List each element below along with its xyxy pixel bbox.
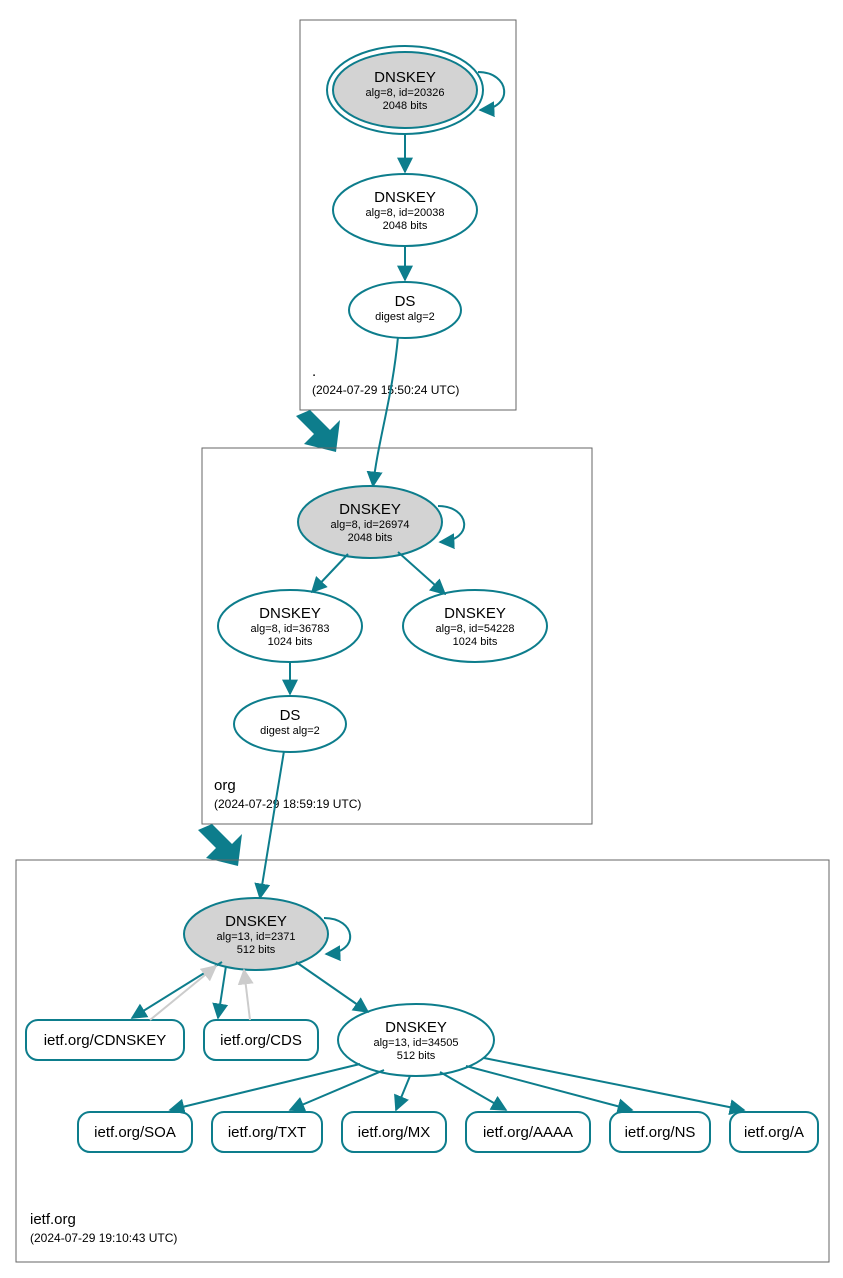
dnssec-chain-diagram: . (2024-07-29 15:50:24 UTC) DNSKEY alg=8… bbox=[0, 0, 843, 1278]
node-sub: 512 bits bbox=[397, 1050, 436, 1062]
node-label: DNSKEY bbox=[259, 605, 321, 622]
edge bbox=[396, 1076, 410, 1110]
node-sub: alg=8, id=20038 bbox=[366, 207, 445, 219]
node-sub: digest alg=2 bbox=[375, 311, 435, 323]
node-label: ietf.org/TXT bbox=[228, 1124, 306, 1141]
node-label: DNSKEY bbox=[374, 189, 436, 206]
edge-provides bbox=[244, 970, 250, 1020]
edge bbox=[218, 966, 226, 1018]
node-sub: alg=8, id=26974 bbox=[331, 519, 410, 531]
node-org-zsk-36783: DNSKEY alg=8, id=36783 1024 bits bbox=[218, 590, 362, 662]
node-label: DNSKEY bbox=[374, 69, 436, 86]
edge bbox=[466, 1066, 632, 1110]
edge bbox=[296, 962, 368, 1012]
node-sub: alg=8, id=20326 bbox=[366, 87, 445, 99]
zone-root: . (2024-07-29 15:50:24 UTC) DNSKEY alg=8… bbox=[300, 20, 516, 410]
edge bbox=[132, 962, 222, 1018]
node-label: ietf.org/AAAA bbox=[483, 1124, 573, 1141]
node-org-ds: DS digest alg=2 bbox=[234, 696, 346, 752]
node-label: DS bbox=[395, 293, 416, 310]
node-ietf-txt: ietf.org/TXT bbox=[212, 1112, 322, 1152]
edge bbox=[440, 1072, 506, 1110]
node-sub: 2048 bits bbox=[348, 532, 393, 544]
node-label: DS bbox=[280, 707, 301, 724]
node-ietf-zsk: DNSKEY alg=13, id=34505 512 bits bbox=[338, 1004, 494, 1076]
node-ietf-cdnskey: ietf.org/CDNSKEY bbox=[26, 1020, 184, 1060]
edge bbox=[170, 1064, 360, 1110]
node-label: DNSKEY bbox=[225, 913, 287, 930]
node-org-ksk: DNSKEY alg=8, id=26974 2048 bits bbox=[298, 486, 442, 558]
node-root-ds: DS digest alg=2 bbox=[349, 282, 461, 338]
edge bbox=[398, 552, 445, 594]
node-label: ietf.org/CDNSKEY bbox=[44, 1032, 167, 1049]
node-label: ietf.org/MX bbox=[358, 1124, 431, 1141]
node-sub: 512 bits bbox=[237, 944, 276, 956]
edge-delegation bbox=[373, 337, 398, 486]
zone-ietf-name: ietf.org bbox=[30, 1211, 76, 1228]
node-ietf-cds: ietf.org/CDS bbox=[204, 1020, 318, 1060]
node-root-ksk: DNSKEY alg=8, id=20326 2048 bits bbox=[327, 46, 483, 134]
node-sub: 2048 bits bbox=[383, 100, 428, 112]
edge-self-loop bbox=[478, 72, 504, 110]
node-sub: alg=13, id=2371 bbox=[217, 931, 296, 943]
node-org-zsk-54228: DNSKEY alg=8, id=54228 1024 bits bbox=[403, 590, 547, 662]
edge-provides bbox=[150, 966, 216, 1020]
edge bbox=[290, 1070, 384, 1110]
zone-ietf-timestamp: (2024-07-29 19:10:43 UTC) bbox=[30, 1231, 177, 1245]
zone-ietf: ietf.org (2024-07-29 19:10:43 UTC) DNSKE… bbox=[16, 751, 829, 1262]
node-ietf-ns: ietf.org/NS bbox=[610, 1112, 710, 1152]
zone-org-timestamp: (2024-07-29 18:59:19 UTC) bbox=[214, 797, 361, 811]
node-sub: alg=8, id=54228 bbox=[436, 623, 515, 635]
node-sub: digest alg=2 bbox=[260, 725, 320, 737]
zone-root-timestamp: (2024-07-29 15:50:24 UTC) bbox=[312, 383, 459, 397]
node-label: ietf.org/A bbox=[744, 1124, 804, 1141]
node-sub: alg=13, id=34505 bbox=[373, 1037, 458, 1049]
edge bbox=[312, 554, 348, 592]
node-sub: 2048 bits bbox=[383, 220, 428, 232]
node-ietf-soa: ietf.org/SOA bbox=[78, 1112, 192, 1152]
node-label: DNSKEY bbox=[339, 501, 401, 518]
node-sub: alg=8, id=36783 bbox=[251, 623, 330, 635]
zone-delegation-arrow bbox=[296, 410, 340, 452]
node-root-zsk: DNSKEY alg=8, id=20038 2048 bits bbox=[333, 174, 477, 246]
edge bbox=[484, 1058, 744, 1110]
node-ietf-aaaa: ietf.org/AAAA bbox=[466, 1112, 590, 1152]
node-ietf-a: ietf.org/A bbox=[730, 1112, 818, 1152]
node-label: ietf.org/NS bbox=[625, 1124, 696, 1141]
node-label: DNSKEY bbox=[385, 1019, 447, 1036]
node-ietf-mx: ietf.org/MX bbox=[342, 1112, 446, 1152]
node-label: ietf.org/CDS bbox=[220, 1032, 302, 1049]
node-label: ietf.org/SOA bbox=[94, 1124, 176, 1141]
node-sub: 1024 bits bbox=[268, 636, 313, 648]
node-label: DNSKEY bbox=[444, 605, 506, 622]
zone-root-name: . bbox=[312, 363, 316, 380]
node-ietf-ksk: DNSKEY alg=13, id=2371 512 bits bbox=[184, 898, 328, 970]
node-sub: 1024 bits bbox=[453, 636, 498, 648]
zone-org-name: org bbox=[214, 777, 236, 794]
